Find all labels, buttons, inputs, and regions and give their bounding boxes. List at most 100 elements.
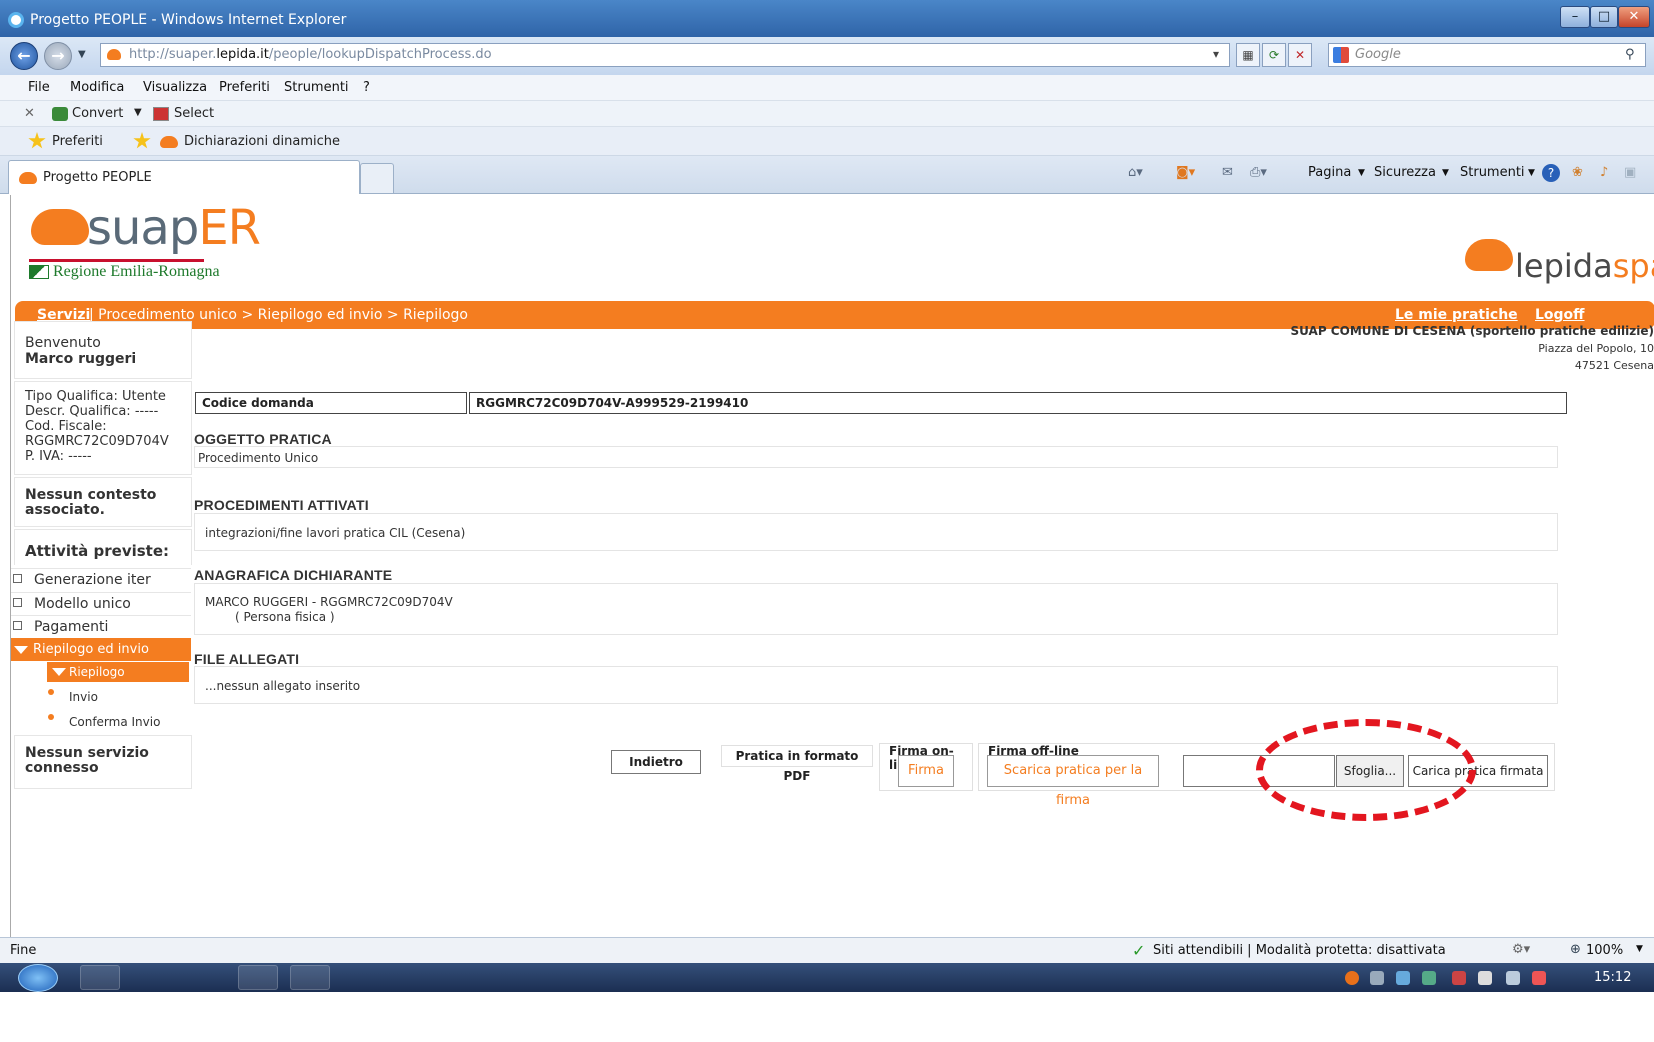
add-favorite-icon[interactable] <box>133 132 151 149</box>
tray-flag-icon[interactable] <box>1452 971 1466 985</box>
back-button[interactable]: ← <box>10 42 38 70</box>
menu-pagamenti[interactable]: Pagamenti <box>11 615 191 638</box>
address-input[interactable]: http://suaper.lepida.it/people/lookupDis… <box>100 43 1230 67</box>
file-allegati-panel: ...nessun allegato inserito <box>194 666 1558 704</box>
close-button[interactable]: ✕ <box>1618 6 1650 28</box>
lepida-wordmark-2: spa <box>1612 247 1654 285</box>
tray-volume-icon[interactable] <box>1478 971 1492 985</box>
user-info-box: Tipo Qualifica: Utente Descr. Qualifica:… <box>14 381 192 475</box>
clock[interactable]: 15:12 <box>1594 970 1631 985</box>
forward-button[interactable]: → <box>44 42 72 70</box>
cod-fiscale-value: RGGMRC72C09D704V <box>25 434 169 449</box>
suaper-cloud-icon <box>31 209 89 245</box>
scarica-pratica-button[interactable]: Scarica pratica per la firma <box>987 755 1159 808</box>
stop-icon[interactable]: ✕ <box>1288 43 1312 67</box>
search-input[interactable]: Google ⚲ <box>1328 43 1646 67</box>
search-icon[interactable]: ⚲ <box>1625 44 1635 66</box>
extra-tool-icon[interactable]: ▣ <box>1624 165 1636 180</box>
expand-triangle-icon <box>52 668 66 676</box>
suaper-wordmark-suap: suap <box>87 200 199 256</box>
mail-icon[interactable]: ✉ <box>1222 165 1233 180</box>
menu-riepilogo-ed-invio[interactable]: Riepilogo ed invio <box>11 638 191 661</box>
region-name: Regione Emilia-Romagna <box>53 263 220 280</box>
new-tab-button[interactable] <box>360 163 394 193</box>
zoom-level[interactable]: 100% <box>1586 943 1623 958</box>
tray-network-icon[interactable] <box>1370 971 1384 985</box>
firma-button[interactable]: Firma <box>898 755 954 787</box>
close-toolbar-icon[interactable]: ✕ <box>24 106 35 121</box>
submenu-invio[interactable]: Invio <box>69 690 98 704</box>
tab-progetto-people[interactable]: Progetto PEOPLE <box>8 160 360 194</box>
url-path: /people/lookupDispatchProcess.do <box>268 47 492 62</box>
status-text: Fine <box>10 943 37 958</box>
zoom-dropdown-icon[interactable]: ▼ <box>1636 944 1643 954</box>
indietro-button[interactable]: Indietro <box>611 750 701 774</box>
menu-bar: File Modifica Visualizza Preferiti Strum… <box>0 75 1654 101</box>
taskbar-explorer-icon[interactable] <box>134 965 174 990</box>
strumenti-dropdown-icon[interactable]: ▼ <box>1528 168 1535 178</box>
menu-modifica[interactable]: Modifica <box>70 80 124 95</box>
taskbar-chrome-icon[interactable] <box>238 965 278 990</box>
menu-visualizza[interactable]: Visualizza <box>143 80 207 95</box>
refresh-icon[interactable]: ⟳ <box>1262 43 1286 67</box>
url-prefix: http://suaper. <box>129 47 217 62</box>
google-icon <box>1333 47 1349 63</box>
menu-generazione-iter[interactable]: Generazione iter <box>11 568 191 591</box>
history-dropdown-icon[interactable]: ▼ <box>78 49 86 60</box>
menu-strumenti[interactable]: Strumenti <box>284 80 349 95</box>
menu-file[interactable]: File <box>28 80 50 95</box>
favorite-link[interactable]: Dichiarazioni dinamiche <box>184 134 340 149</box>
office-city: 47521 Cesena <box>1574 359 1654 372</box>
print-icon[interactable]: ⎙▾ <box>1250 165 1267 180</box>
protected-mode-icon[interactable]: ⚙▾ <box>1512 942 1530 957</box>
taskbar-media-icon[interactable] <box>186 965 226 990</box>
servizio-text: Nessun servizio connesso <box>25 745 149 776</box>
browser-tools: ⌂▾ ◙▾ ✉ ⎙▾ Pagina ▼ Sicurezza ▼ Strument… <box>1110 156 1654 194</box>
security-zone[interactable]: Siti attendibili | Modalità protetta: di… <box>1153 943 1446 958</box>
taskbar: 15:12 <box>0 963 1654 992</box>
research-icon[interactable]: ♪ <box>1600 165 1608 180</box>
menu-strumenti-tools[interactable]: Strumenti <box>1460 165 1525 180</box>
tray-firefox-icon[interactable] <box>1345 971 1359 985</box>
tray-monitor-icon[interactable] <box>1422 971 1436 985</box>
select-icon <box>153 107 169 121</box>
taskbar-ie-icon[interactable] <box>80 965 120 990</box>
favorites-button[interactable]: Preferiti <box>52 134 103 149</box>
menu-sicurezza[interactable]: Sicurezza <box>1374 165 1436 180</box>
convert-button[interactable]: Convert <box>72 106 123 121</box>
page-content: suapER Regione Emilia-Romagna lepidaspa … <box>10 195 1654 988</box>
select-button[interactable]: Select <box>174 106 214 121</box>
compat-view-icon[interactable]: ▦ <box>1236 43 1260 67</box>
window-title: Progetto PEOPLE - Windows Internet Explo… <box>30 12 347 28</box>
welcome-box: Benvenuto Marco ruggeri <box>14 321 192 379</box>
menu-help[interactable]: ? <box>363 80 370 95</box>
tray-display-icon[interactable] <box>1506 971 1520 985</box>
sicurezza-dropdown-icon[interactable]: ▼ <box>1442 168 1449 178</box>
taskbar-word-icon[interactable] <box>290 965 330 990</box>
url-dropdown-icon[interactable]: ▾ <box>1204 43 1228 67</box>
pagina-dropdown-icon[interactable]: ▼ <box>1358 168 1365 178</box>
tray-power-icon[interactable] <box>1532 971 1546 985</box>
anagrafica-panel: MARCO RUGGERI - RGGMRC72C09D704V ( Perso… <box>194 583 1558 635</box>
favorites-star-icon <box>28 132 46 149</box>
zoom-icon: ⊕ <box>1570 942 1581 957</box>
descr-qualifica: Descr. Qualifica: ----- <box>25 404 159 419</box>
home-icon[interactable]: ⌂▾ <box>1128 165 1143 180</box>
tray-app-icon[interactable] <box>1396 971 1410 985</box>
dichiarante-name: MARCO RUGGERI - RGGMRC72C09D704V <box>205 595 453 609</box>
feeds-icon[interactable]: ◙▾ <box>1176 165 1195 180</box>
help-icon[interactable]: ? <box>1542 164 1560 182</box>
lepida-wordmark-1: lepida <box>1515 247 1613 285</box>
menu-modello-unico[interactable]: Modello unico <box>11 592 191 615</box>
maximize-button[interactable]: □ <box>1590 6 1618 28</box>
minimize-button[interactable]: – <box>1560 6 1590 28</box>
office-name: SUAP COMUNE DI CESENA (sportello pratich… <box>1290 324 1654 338</box>
submenu-conferma-invio[interactable]: Conferma Invio <box>69 715 160 729</box>
pdf-button[interactable]: Pratica in formato PDF <box>721 745 873 783</box>
submenu-riepilogo[interactable]: Riepilogo <box>47 662 189 682</box>
menu-pagina[interactable]: Pagina <box>1308 165 1351 180</box>
convert-dropdown-icon[interactable]: ▼ <box>134 107 142 118</box>
menu-preferiti[interactable]: Preferiti <box>219 80 270 95</box>
messenger-icon[interactable]: ❀ <box>1572 165 1583 180</box>
start-button[interactable] <box>18 964 58 992</box>
